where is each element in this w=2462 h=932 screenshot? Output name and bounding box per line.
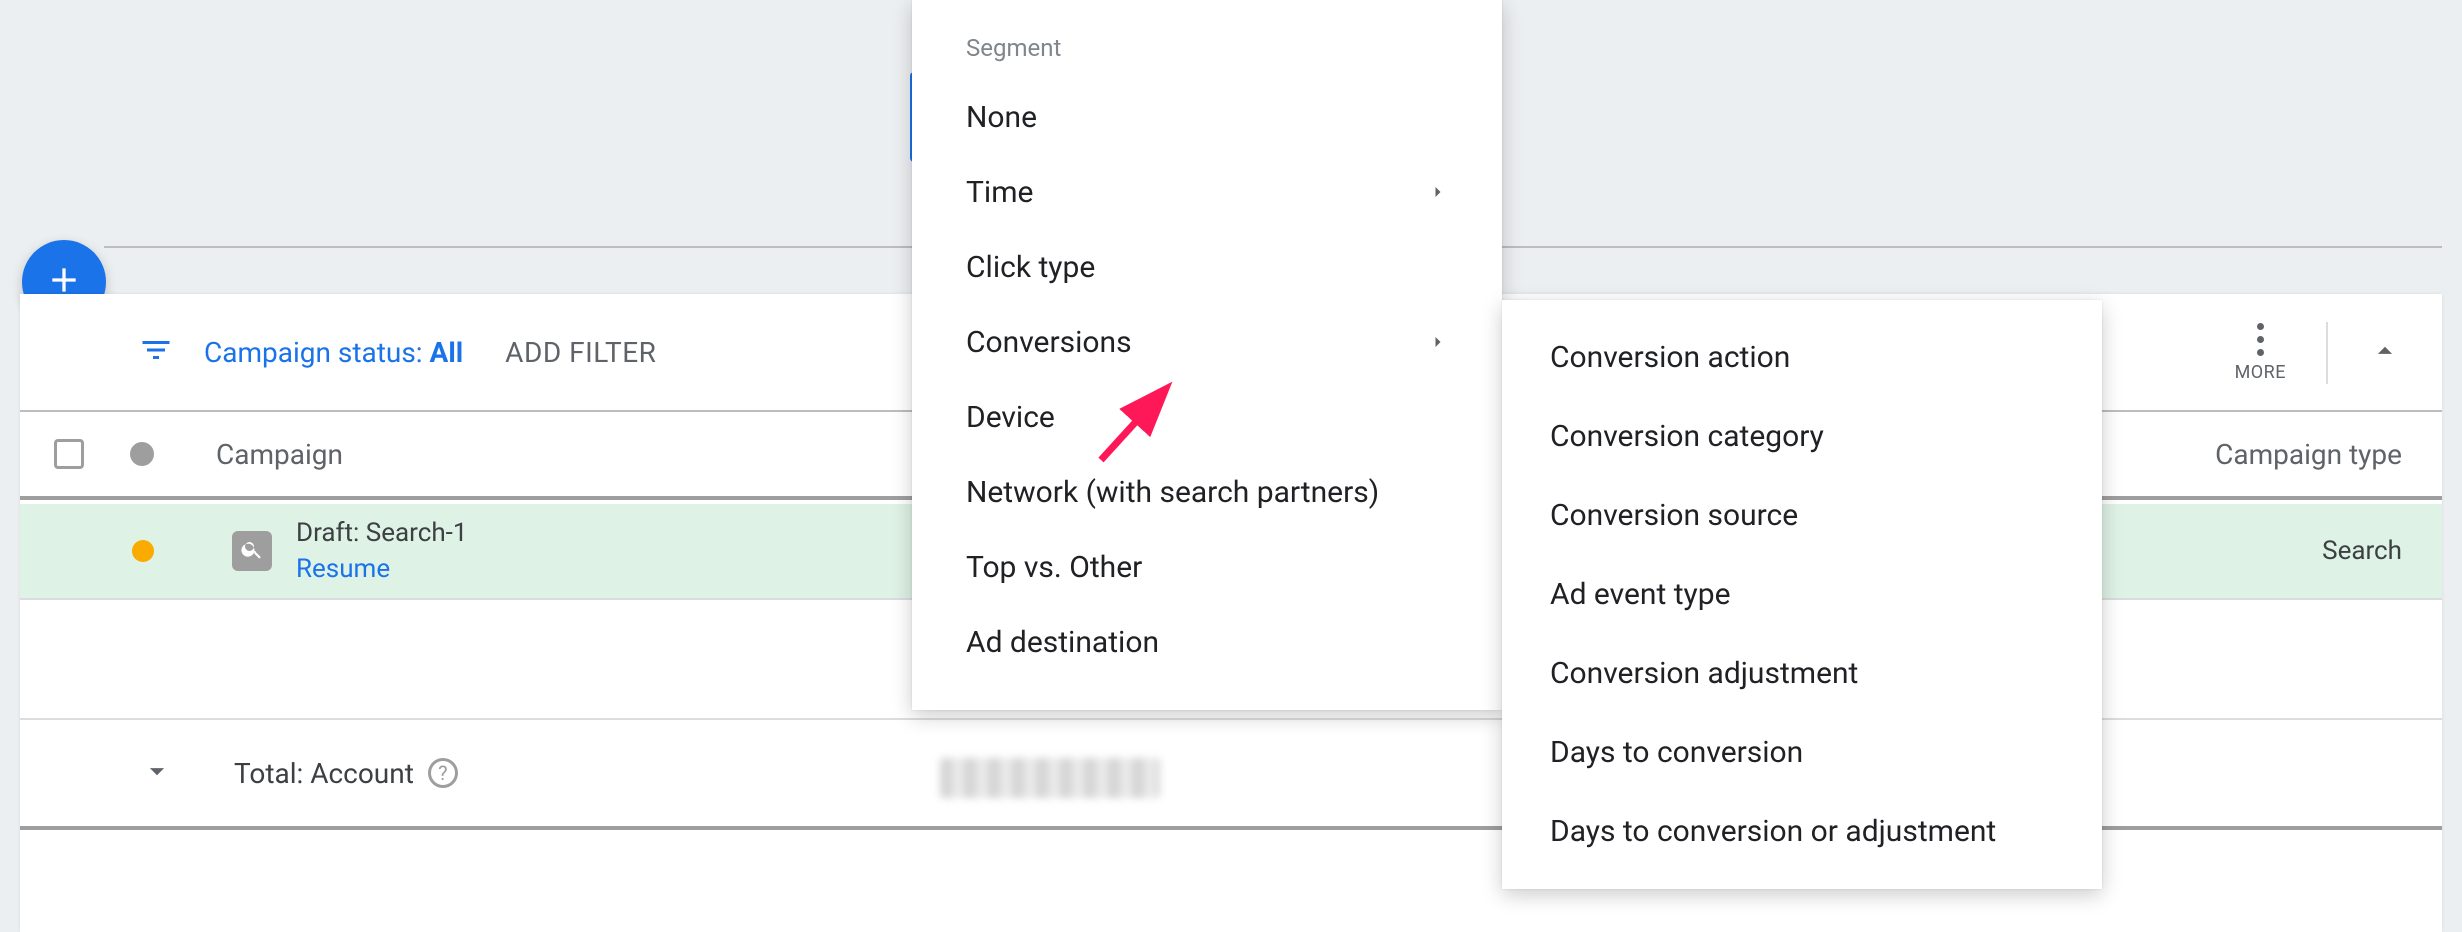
status-label: Campaign status: — [204, 336, 430, 369]
submenu-item-days-to-conversion[interactable]: Days to conversion — [1502, 713, 2102, 792]
segment-item-label: Device — [966, 400, 1055, 435]
chevron-right-icon — [1428, 175, 1448, 210]
filter-icon[interactable] — [138, 332, 174, 372]
search-icon — [240, 537, 264, 565]
select-all-checkbox[interactable] — [54, 439, 84, 469]
help-icon[interactable]: ? — [428, 758, 458, 788]
segment-item-label: Time — [966, 175, 1033, 210]
segment-item-time[interactable]: Time — [912, 155, 1502, 230]
segment-item-click-type[interactable]: Click type — [912, 230, 1502, 305]
add-filter-button[interactable]: ADD FILTER — [505, 336, 656, 369]
segment-item-none[interactable]: None — [912, 80, 1502, 155]
segment-item-label: Network (with search partners) — [966, 475, 1379, 510]
column-header-type[interactable]: Campaign type — [2215, 438, 2402, 471]
totals-label: Total: Account — [234, 757, 414, 790]
campaign-cell: Draft: Search-1 Resume — [296, 518, 467, 584]
segment-menu-header: Segment — [912, 34, 1502, 80]
campaign-name: Draft: Search-1 — [296, 518, 467, 548]
segment-item-conversions[interactable]: Conversions — [912, 305, 1502, 380]
segment-item-ad-destination[interactable]: Ad destination — [912, 605, 1502, 680]
submenu-item-conversion-source[interactable]: Conversion source — [1502, 476, 2102, 555]
campaign-type-value: Search — [2322, 536, 2402, 566]
toolbar-right: MORE — [2235, 294, 2402, 412]
redacted-value — [940, 758, 1160, 798]
segment-item-label: Top vs. Other — [966, 550, 1142, 585]
submenu-item-ad-event-type[interactable]: Ad event type — [1502, 555, 2102, 634]
segment-item-label: Ad destination — [966, 625, 1159, 660]
segment-item-network-with-search-partners[interactable]: Network (with search partners) — [912, 455, 1502, 530]
more-button[interactable]: MORE — [2235, 323, 2286, 383]
submenu-item-conversion-action[interactable]: Conversion action — [1502, 318, 2102, 397]
expand-totals-button[interactable] — [140, 754, 174, 792]
resume-link[interactable]: Resume — [296, 554, 467, 584]
campaign-status-chip[interactable]: Campaign status: All — [204, 336, 463, 369]
segment-item-label: Click type — [966, 250, 1095, 285]
divider — [2326, 322, 2328, 384]
submenu-item-conversion-category[interactable]: Conversion category — [1502, 397, 2102, 476]
status-column-header[interactable] — [130, 442, 154, 466]
status-value: All — [430, 336, 464, 369]
submenu-item-days-to-conversion-or-adjustment[interactable]: Days to conversion or adjustment — [1502, 792, 2102, 871]
status-dot-paused-icon — [132, 540, 154, 562]
segment-item-device[interactable]: Device — [912, 380, 1502, 455]
segment-menu: Segment None Time Click type Conversions Dev… — [912, 0, 1502, 710]
more-label: MORE — [2235, 362, 2286, 383]
campaign-type-icon — [232, 531, 272, 571]
conversions-submenu: Conversion actionConversion categoryConv… — [1502, 300, 2102, 889]
segment-item-top-vs-other[interactable]: Top vs. Other — [912, 530, 1502, 605]
column-header-campaign[interactable]: Campaign — [216, 438, 343, 471]
segment-item-label: Conversions — [966, 325, 1132, 360]
submenu-item-conversion-adjustment[interactable]: Conversion adjustment — [1502, 634, 2102, 713]
collapse-button[interactable] — [2368, 334, 2402, 372]
more-vertical-icon — [2257, 323, 2264, 356]
chevron-right-icon — [1428, 325, 1448, 360]
segment-item-label: None — [966, 100, 1037, 135]
